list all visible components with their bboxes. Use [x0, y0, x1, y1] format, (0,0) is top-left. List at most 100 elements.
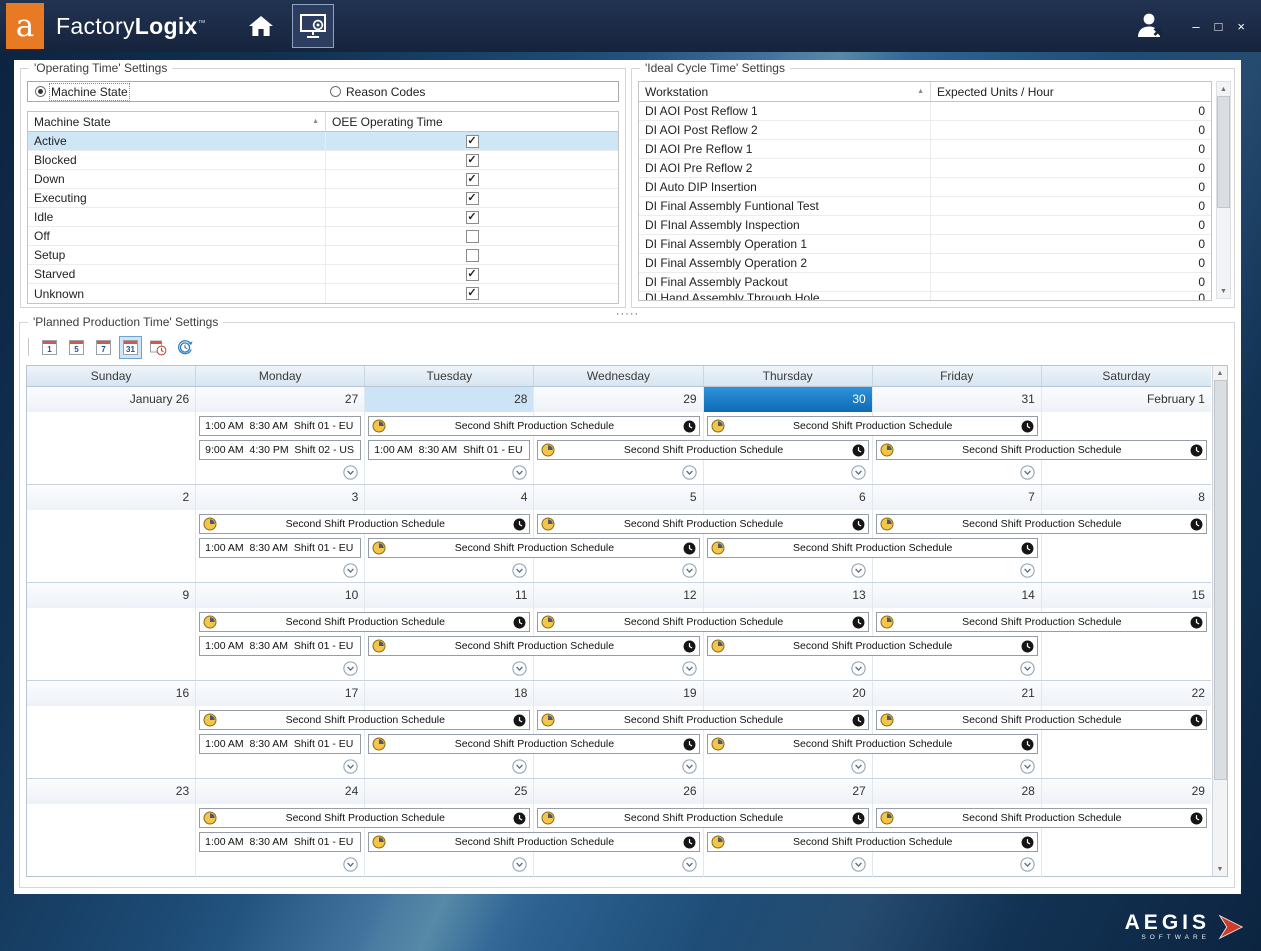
- oee-operating-time-checkbox[interactable]: ✓: [466, 173, 479, 186]
- oee-operating-time-checkbox[interactable]: [466, 249, 479, 262]
- schedule-event[interactable]: Second Shift Production Schedule: [199, 808, 530, 828]
- logout-user-button[interactable]: [1133, 11, 1167, 42]
- scroll-down-button[interactable]: ▼: [1217, 284, 1230, 298]
- machine-state-row[interactable]: Setup: [28, 246, 618, 265]
- calendar-scrollbar[interactable]: ▲ ▼: [1212, 366, 1227, 876]
- workstation-row[interactable]: DI AOI Pre Reflow 10: [639, 140, 1211, 159]
- maximize-button[interactable]: □: [1215, 20, 1223, 33]
- more-events-button[interactable]: [343, 563, 358, 578]
- schedule-event[interactable]: Second Shift Production Schedule: [537, 612, 868, 632]
- minimize-button[interactable]: –: [1192, 20, 1199, 33]
- day-cell[interactable]: 26: [534, 779, 703, 877]
- day-cell[interactable]: 9: [27, 583, 196, 680]
- machine-state-row[interactable]: Starved✓: [28, 265, 618, 284]
- schedule-event[interactable]: 1:00 AM 8:30 AM Shift 01 - EU: [199, 832, 361, 852]
- schedule-event[interactable]: Second Shift Production Schedule: [876, 808, 1207, 828]
- more-events-button[interactable]: [682, 465, 697, 480]
- oee-operating-time-checkbox[interactable]: ✓: [466, 211, 479, 224]
- machine-state-row[interactable]: Off: [28, 227, 618, 246]
- day-cell[interactable]: 24: [196, 779, 365, 877]
- scroll-up-button[interactable]: ▲: [1217, 82, 1230, 96]
- workstation-row[interactable]: DI Hand Assembly Through Hole0: [639, 292, 1211, 301]
- schedule-event[interactable]: 1:00 AM 8:30 AM Shift 01 - EU: [199, 636, 361, 656]
- schedule-event[interactable]: Second Shift Production Schedule: [537, 808, 868, 828]
- timeline-view-button[interactable]: [146, 336, 169, 359]
- workstation-row[interactable]: DI Auto DIP Insertion0: [639, 178, 1211, 197]
- oee-operating-time-checkbox[interactable]: ✓: [466, 135, 479, 148]
- oee-operating-time-checkbox[interactable]: [466, 230, 479, 243]
- more-events-button[interactable]: [343, 465, 358, 480]
- more-events-button[interactable]: [851, 661, 866, 676]
- schedule-event[interactable]: Second Shift Production Schedule: [707, 734, 1038, 754]
- schedule-event[interactable]: Second Shift Production Schedule: [537, 514, 868, 534]
- more-events-button[interactable]: [1020, 759, 1035, 774]
- schedule-event[interactable]: Second Shift Production Schedule: [199, 612, 530, 632]
- schedule-event[interactable]: Second Shift Production Schedule: [199, 514, 530, 534]
- oee-operating-time-checkbox[interactable]: ✓: [466, 287, 479, 300]
- schedule-event[interactable]: Second Shift Production Schedule: [876, 440, 1207, 460]
- schedule-event[interactable]: Second Shift Production Schedule: [199, 710, 530, 730]
- ideal-table-scrollbar[interactable]: ▲ ▼: [1216, 81, 1231, 299]
- scrollbar-thumb[interactable]: [1214, 380, 1227, 780]
- day-cell[interactable]: 25: [365, 779, 534, 877]
- week-view-button[interactable]: 7: [92, 336, 115, 359]
- more-events-button[interactable]: [1020, 661, 1035, 676]
- workstation-column-header[interactable]: Workstation ▲: [639, 82, 931, 101]
- home-button[interactable]: [240, 4, 282, 48]
- expected-units-column-header[interactable]: Expected Units / Hour: [931, 82, 1211, 101]
- schedule-event[interactable]: 1:00 AM 8:30 AM Shift 01 - EU: [199, 538, 361, 558]
- more-events-button[interactable]: [851, 465, 866, 480]
- machine-state-radio[interactable]: Machine State: [35, 85, 128, 99]
- day-cell[interactable]: 16: [27, 681, 196, 778]
- schedule-event[interactable]: Second Shift Production Schedule: [707, 416, 1038, 436]
- day-cell[interactable]: 29: [1042, 779, 1211, 877]
- schedule-event[interactable]: Second Shift Production Schedule: [368, 734, 699, 754]
- more-events-button[interactable]: [1020, 465, 1035, 480]
- more-events-button[interactable]: [343, 661, 358, 676]
- more-events-button[interactable]: [851, 857, 866, 872]
- schedule-event[interactable]: Second Shift Production Schedule: [876, 710, 1207, 730]
- oee-operating-time-column-header[interactable]: OEE Operating Time: [326, 112, 618, 131]
- scrollbar-thumb[interactable]: [1217, 96, 1230, 208]
- more-events-button[interactable]: [512, 465, 527, 480]
- machine-state-row[interactable]: Blocked✓: [28, 151, 618, 170]
- recurrence-view-button[interactable]: [173, 336, 196, 359]
- more-events-button[interactable]: [512, 563, 527, 578]
- workstation-row[interactable]: DI Final Assembly Operation 20: [639, 254, 1211, 273]
- schedule-event[interactable]: Second Shift Production Schedule: [876, 612, 1207, 632]
- oee-operating-time-checkbox[interactable]: ✓: [466, 192, 479, 205]
- scroll-up-button[interactable]: ▲: [1213, 366, 1227, 380]
- reason-codes-radio[interactable]: Reason Codes: [330, 85, 425, 99]
- machine-state-row[interactable]: Unknown✓: [28, 284, 618, 303]
- more-events-button[interactable]: [1020, 857, 1035, 872]
- more-events-button[interactable]: [682, 857, 697, 872]
- schedule-event[interactable]: Second Shift Production Schedule: [537, 440, 868, 460]
- oee-settings-button[interactable]: [292, 4, 334, 48]
- schedule-event[interactable]: Second Shift Production Schedule: [368, 832, 699, 852]
- workstation-row[interactable]: DI Final Assembly Operation 10: [639, 235, 1211, 254]
- oee-operating-time-checkbox[interactable]: ✓: [466, 154, 479, 167]
- day-cell[interactable]: 2: [27, 485, 196, 582]
- schedule-event[interactable]: 1:00 AM 8:30 AM Shift 01 - EU: [368, 440, 530, 460]
- machine-state-row[interactable]: Idle✓: [28, 208, 618, 227]
- day-cell[interactable]: 27: [704, 779, 873, 877]
- close-button[interactable]: ×: [1237, 20, 1245, 33]
- workstation-row[interactable]: DI FInal Assembly Inspection0: [639, 216, 1211, 235]
- machine-state-column-header[interactable]: Machine State ▲: [28, 112, 326, 131]
- oee-operating-time-checkbox[interactable]: ✓: [466, 268, 479, 281]
- more-events-button[interactable]: [512, 857, 527, 872]
- more-events-button[interactable]: [512, 759, 527, 774]
- workstation-row[interactable]: DI Final Assembly Packout0: [639, 273, 1211, 292]
- day-cell[interactable]: 28: [873, 779, 1042, 877]
- workstation-row[interactable]: DI AOI Post Reflow 20: [639, 121, 1211, 140]
- day-cell[interactable]: February 1: [1042, 387, 1211, 484]
- more-events-button[interactable]: [682, 759, 697, 774]
- more-events-button[interactable]: [512, 661, 527, 676]
- more-events-button[interactable]: [851, 563, 866, 578]
- schedule-event[interactable]: Second Shift Production Schedule: [368, 538, 699, 558]
- more-events-button[interactable]: [682, 661, 697, 676]
- month-view-button[interactable]: 31: [119, 336, 142, 359]
- machine-state-row[interactable]: Active✓: [28, 132, 618, 151]
- workstation-row[interactable]: DI Final Assembly Funtional Test0: [639, 197, 1211, 216]
- more-events-button[interactable]: [682, 563, 697, 578]
